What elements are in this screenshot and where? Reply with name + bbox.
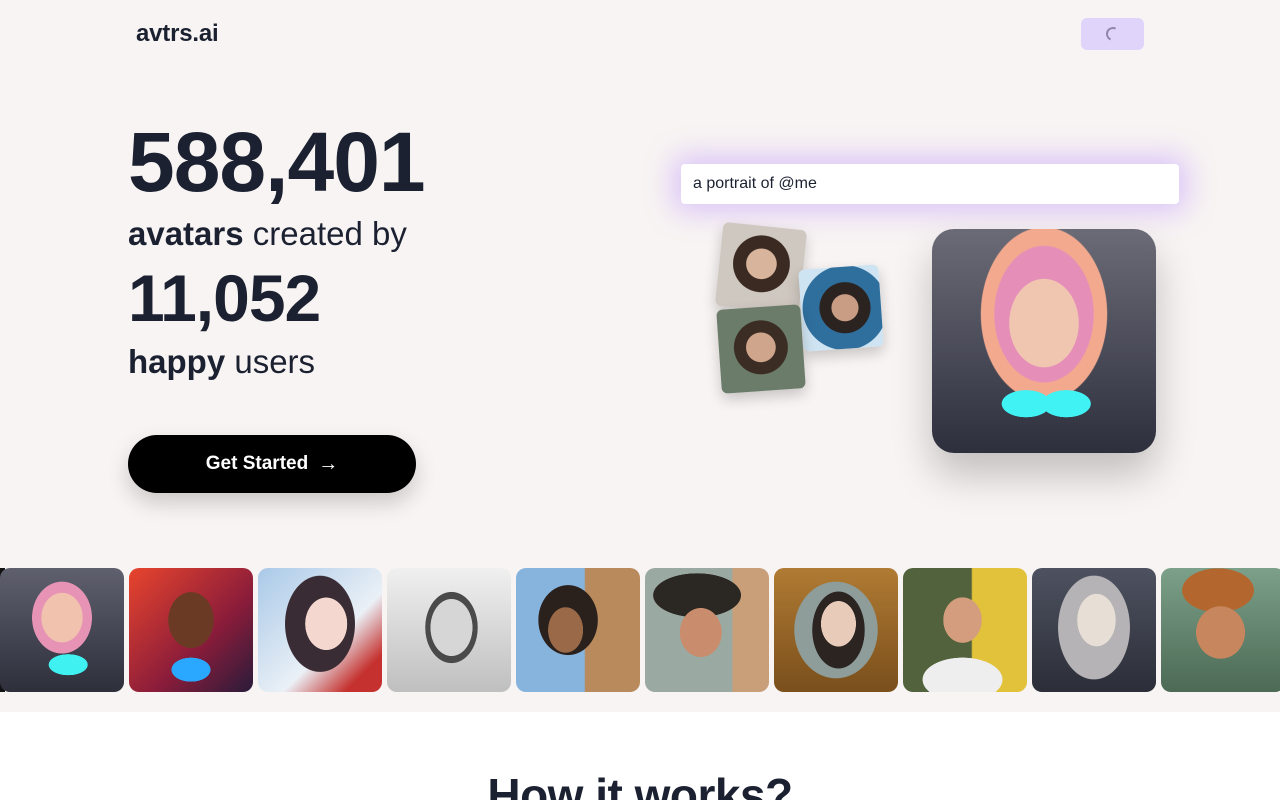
avatars-caption-bold: avatars [128,215,244,252]
nav-button[interactable] [1081,18,1144,50]
avatar-gallery [0,568,1280,692]
generated-avatar [932,229,1156,453]
loading-spinner-icon [1103,25,1122,43]
arrow-right-icon: → [318,452,339,475]
prompt-field: a portrait of @me [681,164,1179,204]
avatars-caption: avatars created by [128,214,407,254]
how-it-works-title: How it works? [487,769,793,800]
gallery-avatar [774,568,898,692]
gallery-avatar [645,568,769,692]
gallery-avatar [1032,568,1156,692]
avatars-caption-rest: created by [243,215,407,252]
input-photo [714,221,808,315]
get-started-label: Get Started [205,453,309,474]
get-started-button[interactable]: Get Started → [128,435,416,493]
logo[interactable]: avtrs.ai [136,20,219,48]
gallery-avatar [0,568,124,692]
gallery-avatar [1161,568,1280,692]
gallery-avatar [903,568,1027,692]
users-caption: happy users [128,342,315,382]
gallery-avatar [258,568,382,692]
input-photo [798,264,884,352]
gallery-avatar [387,568,511,692]
users-caption-bold: happy [128,343,226,380]
users-count: 11,052 [128,261,321,335]
gallery-avatar [516,568,640,692]
avatars-count: 588,401 [128,115,426,209]
input-photo [716,304,806,394]
users-caption-rest: users [225,343,316,380]
gallery-avatar [129,568,253,692]
site-header: avtrs.ai [0,0,1280,68]
